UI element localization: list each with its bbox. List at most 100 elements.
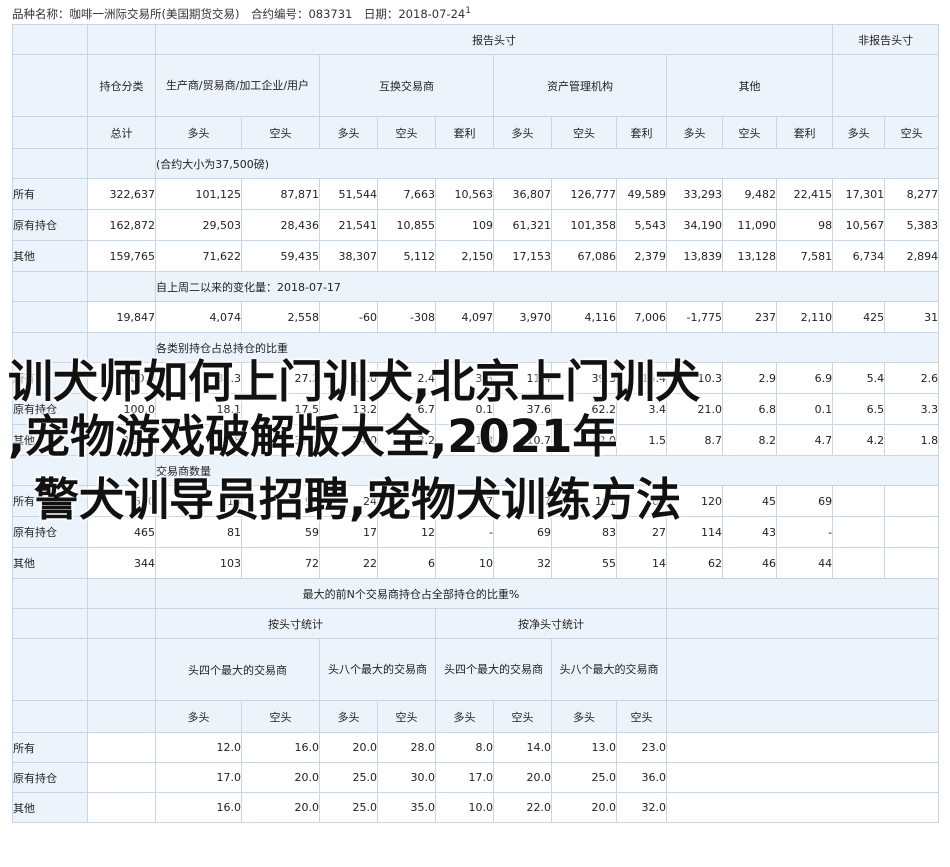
- table-cell: 20.0: [241, 762, 320, 793]
- table-cell: 10,855: [377, 209, 436, 241]
- table-cell: 81: [155, 516, 242, 548]
- table-cell: 1.8: [884, 424, 940, 456]
- table-cell: -: [775, 516, 834, 548]
- table-cell: 90: [241, 485, 320, 517]
- table-cell-empty: [832, 485, 886, 517]
- table-cell-empty: [665, 792, 940, 823]
- table-cell: 87,871: [241, 178, 320, 210]
- net-top8-header: 头八个最大的交易商: [551, 638, 667, 701]
- table-cell: 4.2: [832, 424, 886, 456]
- section-blank: [665, 578, 940, 609]
- table-cell: 8.0: [435, 732, 494, 763]
- row-label: [12, 301, 88, 333]
- table-cell: 24.0: [319, 424, 378, 456]
- section-blank: [87, 638, 156, 701]
- table-cell: 2,110: [775, 301, 834, 333]
- table-cell: 32: [493, 547, 552, 579]
- section-blank: [87, 148, 156, 179]
- row-label: 所有: [12, 732, 88, 763]
- swap-short-header: 空头: [377, 116, 436, 149]
- long-header: 多头: [551, 700, 617, 733]
- table-cell: 3.3: [435, 362, 494, 394]
- row-label: 其他: [12, 240, 88, 272]
- table-cell: 33,293: [666, 178, 723, 210]
- other-short-header: 空头: [722, 116, 777, 149]
- table-cell-empty: [884, 547, 940, 579]
- table-row: 原有持仓 17.0 20.0 25.0 30.0 17.0 20.0 25.0 …: [12, 762, 940, 793]
- section-blank: [87, 608, 156, 639]
- table-cell: 37.6: [493, 393, 552, 425]
- header-blank-corner: [12, 24, 88, 55]
- table-cell: 6,734: [832, 240, 886, 272]
- table-cell: 4,074: [155, 301, 242, 333]
- table-cell: 7,663: [377, 178, 436, 210]
- table-row: 所有 12.0 16.0 20.0 28.0 8.0 14.0 13.0 23.…: [12, 732, 940, 763]
- table-cell: 100.0: [87, 393, 156, 425]
- table-row: 其他 16.0 20.0 25.0 35.0 10.0 22.0 20.0 32…: [12, 792, 940, 823]
- section-blank: [87, 332, 156, 363]
- table-cell: 22.0: [493, 792, 552, 823]
- section-blank: [12, 271, 88, 302]
- table-cell: 0.1: [775, 393, 834, 425]
- table-cell: 20.0: [493, 762, 552, 793]
- section-percent: 各类别持仓占总持仓的比重: [12, 332, 940, 363]
- table-cell: 10,567: [832, 209, 886, 241]
- header-marker: 1: [465, 6, 471, 16]
- table-cell: 13.2: [319, 393, 378, 425]
- row-label: 所有: [12, 485, 88, 517]
- table-cell: 2.9: [722, 362, 777, 394]
- table-cell: 29,503: [155, 209, 242, 241]
- managed-short-header: 空头: [551, 116, 617, 149]
- long-header: 多头: [435, 700, 494, 733]
- other-long-header: 多头: [666, 116, 723, 149]
- table-row: 其他 159,765 71,622 59,435 38,307 5,112 2,…: [12, 240, 940, 272]
- table-cell: 22: [319, 547, 378, 579]
- table-cell: 8,277: [884, 178, 940, 210]
- table-cell: -308: [377, 301, 436, 333]
- table-cell: 120: [666, 485, 723, 517]
- table-cell-empty: [87, 732, 156, 763]
- table-cell: 16.0: [155, 792, 242, 823]
- table-cell: 1.3: [435, 424, 494, 456]
- table-cell: 425: [832, 301, 886, 333]
- table-cell: 98: [775, 209, 834, 241]
- section-blank: [87, 271, 156, 302]
- table-cell: 28.0: [377, 732, 436, 763]
- report-header-text: 品种名称：咖啡一洲际交易所(美国期货交易) 合约编号：083731 日期：201…: [12, 6, 466, 21]
- table-cell: 6.7: [377, 393, 436, 425]
- row-label: 原有持仓: [12, 762, 88, 793]
- table-row: 原有持仓 100.0 18.1 17.5 13.2 6.7 0.1 37.6 6…: [12, 393, 940, 425]
- table-cell: 57: [493, 485, 552, 517]
- table-cell: 17: [319, 516, 378, 548]
- table-cell: 19,847: [87, 301, 156, 333]
- table-cell: 3.4: [616, 393, 667, 425]
- table-cell: 21,541: [319, 209, 378, 241]
- table-cell: 39.3: [551, 362, 617, 394]
- table-cell: 30.0: [377, 762, 436, 793]
- table-cell: 162,872: [87, 209, 156, 241]
- table-cell: 49,589: [616, 178, 667, 210]
- gross-top4-header: 头四个最大的交易商: [155, 638, 320, 701]
- row-label: 原有持仓: [12, 209, 88, 241]
- table-cell: 69: [775, 485, 834, 517]
- table-cell: 100.0: [87, 424, 156, 456]
- table-row: 所有 322,637 101,125 87,871 51,544 7,663 1…: [12, 178, 940, 210]
- table-cell: 10: [435, 547, 494, 579]
- gross-top8-header: 头八个最大的交易商: [319, 638, 436, 701]
- table-cell: 32.0: [616, 792, 667, 823]
- header-blank-sub: [12, 116, 88, 149]
- table-cell: 28,436: [241, 209, 320, 241]
- table-cell: 61,321: [493, 209, 552, 241]
- section-traders: 交易商数量: [12, 455, 940, 486]
- table-cell: 59,435: [241, 240, 320, 272]
- table-cell: 10,563: [435, 178, 494, 210]
- table-row: 所有 100.0 31.3 27.2 16.0 2.4 3.3 11.4 39.…: [12, 362, 940, 394]
- table-cell: 101,358: [551, 209, 617, 241]
- table-cell: 35.0: [377, 792, 436, 823]
- table-cell: 67,086: [551, 240, 617, 272]
- table-cell: 17,301: [832, 178, 886, 210]
- table-cell-empty: [832, 516, 886, 548]
- row-label: 所有: [12, 362, 88, 394]
- short-header: 空头: [241, 700, 320, 733]
- table-cell: 27.2: [241, 362, 320, 394]
